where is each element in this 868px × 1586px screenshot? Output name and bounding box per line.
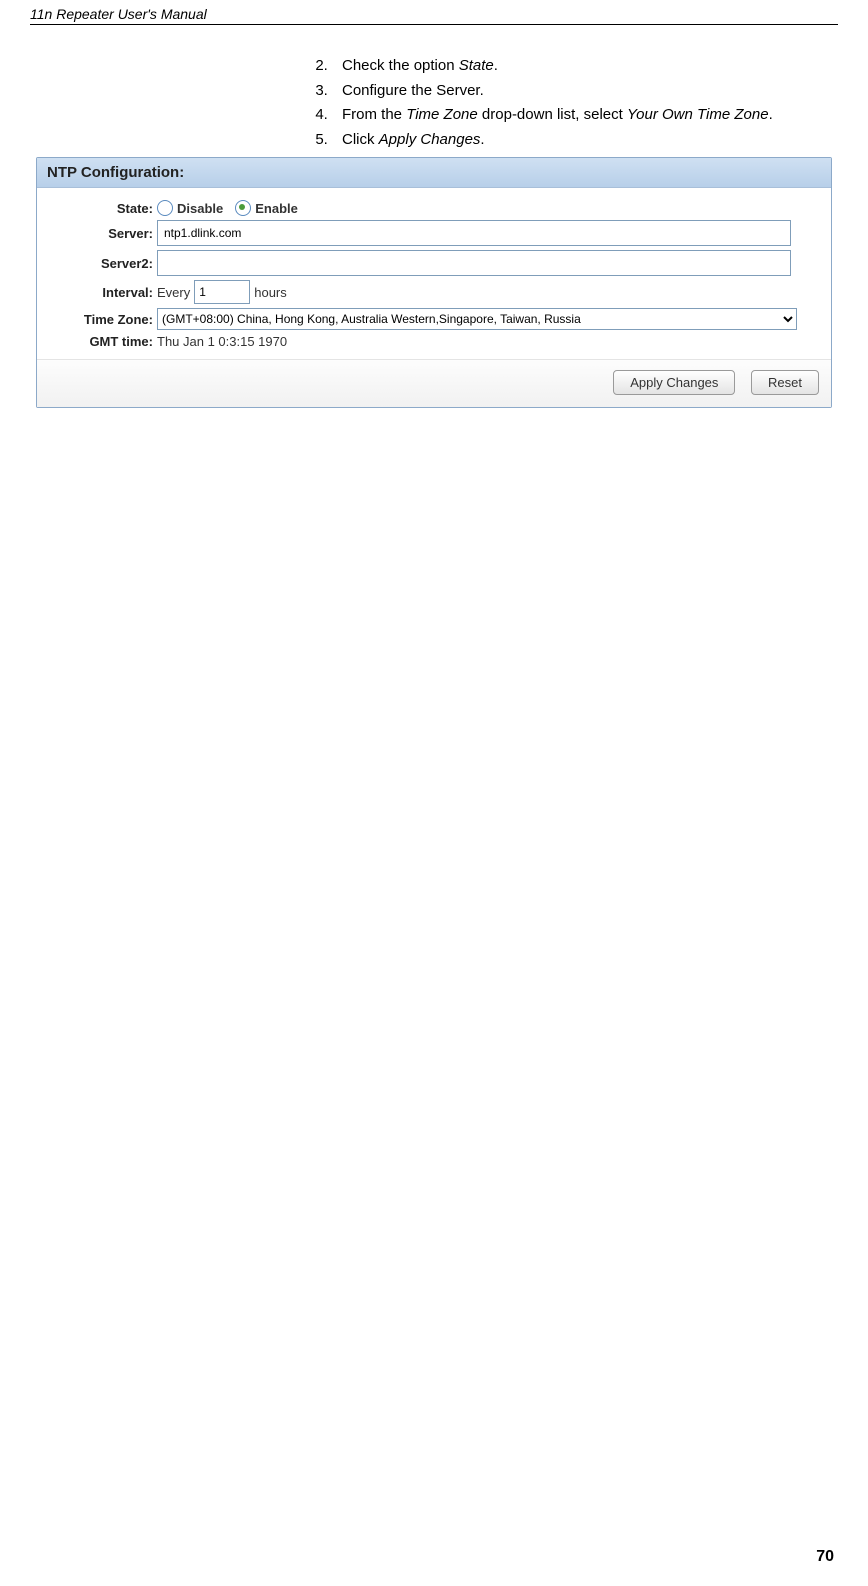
radio-enable-label: Enable [255,201,306,216]
panel-body: State: Disable Enable Server: Server2: [37,188,831,359]
step-3: Configure the Server. [332,80,828,103]
instruction-steps: Check the option State. Configure the Se… [310,55,828,151]
timezone-select[interactable]: (GMT+08:00) China, Hong Kong, Australia … [157,308,797,330]
ntp-config-panel: NTP Configuration: State: Disable Enable… [36,157,832,408]
server-input[interactable] [157,220,791,246]
step2-post: . [494,57,498,74]
server2-input[interactable] [157,250,791,276]
step-4: From the Time Zone drop-down list, selec… [332,104,828,127]
label-state: State: [45,201,157,216]
interval-suffix: hours [254,285,287,300]
row-timezone: Time Zone: (GMT+08:00) China, Hong Kong,… [45,308,823,330]
radio-disable-label: Disable [177,201,231,216]
step-2: Check the option State. [332,55,828,78]
row-interval: Interval: Every hours [45,280,823,304]
step5-pre: Click [342,131,379,148]
panel-title: NTP Configuration: [37,158,831,188]
step-5: Click Apply Changes. [332,129,828,152]
row-state: State: Disable Enable [45,200,823,216]
step5-em: Apply Changes [379,131,481,148]
step4-post: . [769,106,773,123]
gmt-value: Thu Jan 1 0:3:15 1970 [157,334,287,349]
row-server: Server: [45,220,823,246]
interval-input[interactable] [194,280,250,304]
interval-prefix: Every [157,285,190,300]
step4-em1: Time Zone [406,106,478,123]
state-value: Disable Enable [157,200,823,216]
label-timezone: Time Zone: [45,312,157,327]
step2-pre: Check the option [342,57,459,74]
label-server: Server: [45,226,157,241]
label-gmt: GMT time: [45,334,157,349]
label-server2: Server2: [45,256,157,271]
apply-changes-button[interactable]: Apply Changes [613,370,735,395]
doc-header: 11n Repeater User's Manual [30,0,838,25]
page-number: 70 [816,1548,834,1566]
step4-pre: From the [342,106,406,123]
radio-enable[interactable] [235,200,251,216]
step4-em2: Your Own Time Zone [627,106,769,123]
radio-disable[interactable] [157,200,173,216]
row-gmt: GMT time: Thu Jan 1 0:3:15 1970 [45,334,823,349]
step2-em: State [459,57,494,74]
reset-button[interactable]: Reset [751,370,819,395]
label-interval: Interval: [45,285,157,300]
button-bar: Apply Changes Reset [37,359,831,407]
step4-mid: drop-down list, select [478,106,627,123]
page: 11n Repeater User's Manual Check the opt… [0,0,868,1586]
step5-post: . [480,131,484,148]
row-server2: Server2: [45,250,823,276]
